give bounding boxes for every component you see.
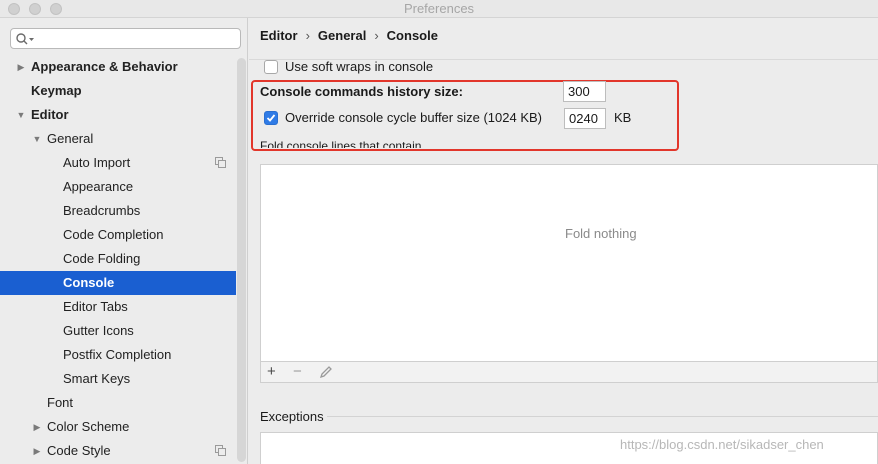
fold-list-toolbar: + −	[260, 361, 878, 383]
sidebar-item-label: Editor Tabs	[63, 299, 128, 314]
sidebar-item-label: Code Completion	[63, 227, 164, 242]
override-buffer-checkbox[interactable]	[264, 111, 278, 125]
sidebar-item-general[interactable]: ▼ General	[0, 127, 236, 151]
breadcrumb: Editor › General › Console	[260, 28, 444, 43]
breadcrumb-console: Console	[386, 28, 438, 43]
sidebar-item-label: Code Style	[47, 443, 111, 458]
sidebar-item-code-style[interactable]: ▶ Code Style	[0, 439, 236, 463]
sidebar-item-label: Auto Import	[63, 155, 131, 170]
sidebar-item-label: Code Folding	[63, 251, 141, 266]
sidebar-item-label: Postfix Completion	[63, 347, 172, 362]
override-buffer-label[interactable]: Override console cycle buffer size (1024…	[285, 110, 542, 125]
sidebar-item-breadcrumbs[interactable]: Breadcrumbs	[0, 199, 236, 223]
buffer-unit-label: KB	[614, 110, 632, 125]
sidebar-item-font[interactable]: Font	[0, 391, 236, 415]
sidebar-item-appearance[interactable]: Appearance	[0, 175, 236, 199]
sidebar-item-label: Color Scheme	[47, 419, 130, 434]
sidebar-item-label: Smart Keys	[63, 371, 131, 386]
breadcrumb-separator: ›	[374, 28, 379, 43]
add-icon[interactable]: +	[267, 363, 276, 381]
sidebar-item-label: Gutter Icons	[63, 323, 134, 338]
sidebar-item-code-completion[interactable]: Code Completion	[0, 223, 236, 247]
sidebar-item-smart-keys[interactable]: Smart Keys	[0, 367, 236, 391]
chevron-right-icon[interactable]: ▶	[16, 55, 26, 79]
history-size-input[interactable]: 300	[563, 81, 606, 102]
sidebar-item-label: General	[47, 131, 94, 146]
breadcrumb-general[interactable]: General	[318, 28, 366, 43]
buffer-size-input[interactable]: 0240	[564, 108, 606, 129]
breadcrumb-separator: ›	[305, 28, 310, 43]
sidebar-item-keymap[interactable]: Keymap	[0, 79, 236, 103]
watermark-text: https://blog.csdn.net/sikadser_chen	[620, 437, 824, 452]
console-settings-panel: Editor › General › Console Use soft wraps in…	[249, 18, 878, 464]
sidebar-item-console[interactable]: Console	[0, 271, 236, 295]
sidebar-item-editor-tabs[interactable]: Editor Tabs	[0, 295, 236, 319]
sidebar-scrollbar[interactable]	[237, 58, 246, 462]
sidebar-item-label: Console	[63, 275, 115, 290]
sidebar-item-editor[interactable]: ▼ Editor	[0, 103, 236, 127]
breadcrumb-editor[interactable]: Editor	[260, 28, 298, 43]
sidebar-item-label: Appearance & Behavior	[31, 59, 178, 74]
sidebar-item-label: Editor	[31, 107, 69, 122]
exceptions-divider	[327, 416, 878, 417]
exceptions-label: Exceptions	[260, 409, 324, 424]
chevron-down-icon[interactable]: ▼	[32, 127, 42, 151]
sidebar-item-color-scheme[interactable]: ▶ Color Scheme	[0, 415, 236, 439]
title-bar: Preferences	[0, 0, 878, 18]
history-size-label: Console commands history size:	[260, 84, 463, 99]
project-scope-icon	[215, 157, 226, 168]
sidebar-item-label: Breadcrumbs	[63, 203, 141, 218]
search-input[interactable]	[10, 28, 241, 49]
sidebar-item-appearance-behavior[interactable]: ▶ Appearance & Behavior	[0, 55, 236, 79]
remove-icon[interactable]: −	[293, 363, 302, 381]
project-scope-icon	[215, 445, 226, 456]
chevron-right-icon[interactable]: ▶	[32, 439, 42, 463]
sidebar-item-auto-import[interactable]: Auto Import	[0, 151, 236, 175]
chevron-down-icon[interactable]: ▼	[16, 103, 26, 127]
pencil-icon[interactable]	[319, 365, 333, 379]
soft-wraps-checkbox[interactable]	[264, 60, 278, 74]
sidebar-item-gutter-icons[interactable]: Gutter Icons	[0, 319, 236, 343]
soft-wraps-label[interactable]: Use soft wraps in console	[285, 59, 433, 74]
settings-sidebar: ▶ Appearance & Behavior Keymap ▼ Editor ▼ Gene…	[0, 18, 248, 464]
search-icon	[16, 33, 34, 45]
sidebar-item-postfix-completion[interactable]: Postfix Completion	[0, 343, 236, 367]
fold-empty-text: Fold nothing	[565, 226, 637, 241]
sidebar-item-label: Keymap	[31, 83, 82, 98]
sidebar-item-code-folding[interactable]: Code Folding	[0, 247, 236, 271]
check-icon	[266, 114, 276, 122]
fold-lines-list[interactable]: Fold nothing	[260, 164, 878, 380]
sidebar-item-label: Font	[47, 395, 74, 410]
window-title: Preferences	[403, 1, 475, 16]
chevron-right-icon[interactable]: ▶	[32, 415, 42, 439]
fold-lines-label: Fold console lines that contain	[260, 140, 422, 148]
sidebar-item-label: Appearance	[63, 179, 134, 194]
